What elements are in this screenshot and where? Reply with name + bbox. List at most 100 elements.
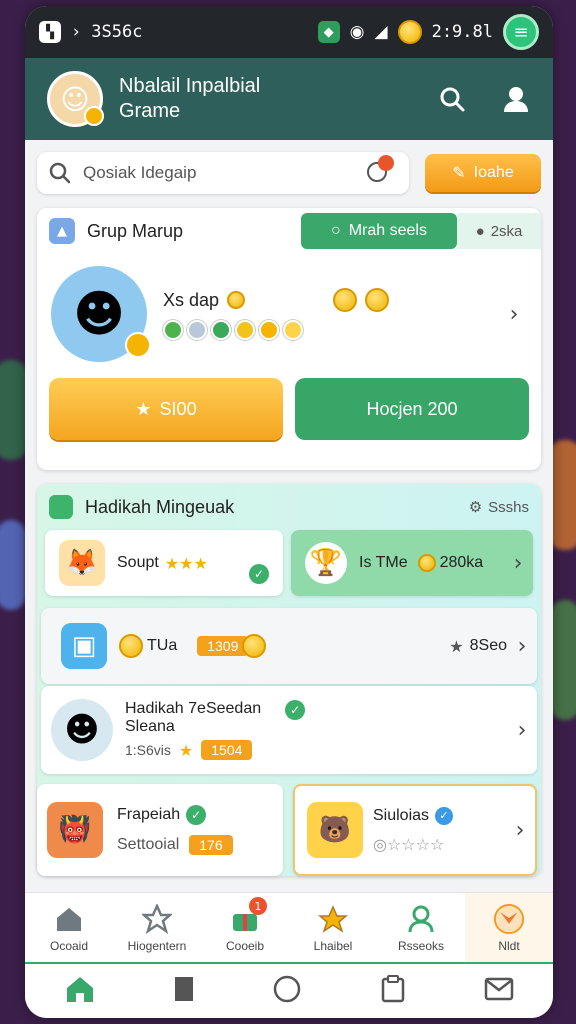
tile-title: Frapeiah: [117, 806, 181, 823]
nav-item-profile[interactable]: Rsseoks: [377, 893, 465, 962]
tab-active[interactable]: ○ Mrah seels: [301, 213, 457, 249]
star-icon: [141, 903, 173, 935]
app-header: ☺ Nbalail Inpalbial Grame: [25, 58, 553, 140]
star-icon: ★: [178, 740, 194, 760]
app-title: Nbalail Inpalbial Grame: [119, 74, 260, 124]
profile-icon: [405, 903, 437, 935]
chevron-right-icon: ›: [515, 817, 525, 843]
coin-icon: [397, 20, 422, 44]
gift-icon: [49, 495, 73, 519]
signal-icon: ◢: [374, 22, 388, 42]
coin-icon: [417, 554, 436, 572]
background-decoration-left-2: [0, 520, 26, 610]
trophy-icon: [317, 903, 349, 935]
gold-coin-icon: [365, 288, 390, 312]
nav-label: Rsseoks: [397, 938, 444, 953]
nav-item-favorites[interactable]: Hiogentern: [113, 893, 201, 962]
gear-icon: ⚙: [468, 499, 483, 516]
gift-tile-siuloias[interactable]: 🐻 Siuloias ✓ ◎☆☆☆☆ ›: [293, 784, 537, 876]
monster-icon: 👹: [47, 802, 103, 858]
bear-icon: 🐻: [307, 802, 363, 858]
search-action-button[interactable]: ✎ Ioahe: [425, 154, 541, 192]
medal-icon: [235, 320, 255, 340]
tile-pill: 1504: [201, 740, 253, 760]
coin-icon: [227, 291, 246, 309]
nav-item-gifts[interactable]: 1 Cooeib: [201, 893, 289, 962]
nav-badge: 1: [249, 897, 267, 915]
gift-card: Hadikah Mingeuak ⚙ Ssshs 🦊 Soupt ★★★ ✓ 🏆…: [37, 484, 541, 876]
home-icon: [53, 903, 85, 935]
medal-icon: [187, 320, 207, 340]
star-icon: ★: [135, 398, 152, 419]
tab-active-label: Mrah seels: [348, 222, 427, 239]
notification-icon[interactable]: [367, 155, 394, 182]
avatar-badge: [84, 106, 104, 126]
profile-portrait[interactable]: ☻: [51, 266, 151, 362]
medal-icon: [211, 320, 231, 340]
gift-tile-frapeiah[interactable]: 👹 Frapeiah ✓ Settooial 176: [37, 784, 283, 876]
user-icon[interactable]: [501, 84, 531, 114]
avatar[interactable]: ☺: [47, 71, 104, 127]
nav-label: Nldt: [498, 938, 520, 953]
nav-label: Hiogentern: [127, 938, 187, 953]
medal-row: [163, 320, 499, 340]
tile-value: 280ka: [439, 554, 484, 571]
tile-subtitle: Sleana: [125, 718, 175, 735]
tile-title: Soupt: [117, 554, 159, 571]
system-navigation: [25, 962, 553, 1018]
app-title-line2: Grame: [119, 100, 181, 122]
app-title-line1: Nbalail Inpalbial: [119, 75, 261, 97]
status-left-text: 3S56c: [91, 22, 143, 42]
search-icon[interactable]: [437, 84, 467, 114]
gift-tile-hadikah[interactable]: ☻ Hadikah 7eSeedan Sleana 1:S6vis ★ 1504…: [41, 686, 537, 774]
check-icon: ✓: [186, 805, 207, 825]
mail-icon[interactable]: [484, 977, 514, 1005]
tile-title: Is TMe: [359, 554, 408, 571]
person-avatar: ☻: [51, 699, 113, 761]
search-input[interactable]: Qosiak Idegaip: [37, 152, 409, 194]
settings-link-label: Ssshs: [488, 498, 529, 516]
medal-icon: [163, 320, 183, 340]
clipboard-icon[interactable]: [379, 974, 407, 1008]
medal-icon: [259, 320, 279, 340]
person-icon: ☻: [72, 285, 126, 343]
tile-meta: 1:S6vis: [125, 742, 171, 758]
menu-toggle-icon[interactable]: ≡: [503, 14, 539, 50]
square-icon[interactable]: [173, 975, 195, 1007]
coin-button-label: SI00: [159, 398, 197, 419]
green-coin-icon: [333, 288, 358, 312]
coin-button[interactable]: ★ SI00: [49, 378, 283, 440]
background-decoration-right-2: [550, 600, 576, 720]
search-action-label: Ioahe: [473, 164, 514, 181]
nav-item-fox[interactable]: Nldt: [465, 893, 553, 962]
trophy-icon: 🏆: [305, 542, 347, 584]
chevron-right-icon[interactable]: ›: [499, 302, 529, 327]
star-icon: [283, 320, 303, 340]
status-bar: ▚ › 3S56c ◆ ◉ ◢ 2:9.8l ≡: [25, 6, 553, 58]
nav-item-trophy[interactable]: Lhaibel: [289, 893, 377, 962]
rating-stars-icon: ◎☆☆☆☆: [373, 834, 445, 854]
search-icon: [49, 162, 71, 184]
gift-tile-is-tme[interactable]: 🏆 Is TMe 280ka ›: [291, 530, 533, 596]
circle-icon[interactable]: [272, 974, 302, 1008]
nav-item-home[interactable]: Ocoaid: [25, 893, 113, 962]
fox-icon: [493, 903, 525, 935]
chevron-right-icon: ›: [71, 22, 82, 42]
join-button[interactable]: Hocjen 200: [295, 378, 529, 440]
home-icon[interactable]: [64, 974, 96, 1008]
tile-pill: 1309: [197, 636, 249, 656]
coin-icon: [242, 634, 267, 658]
gift-tile-tua[interactable]: ▣ TUa 1309 ★ 8Seo ›: [41, 608, 537, 684]
tile-pill: 176: [189, 835, 233, 855]
tile-title: Hadikah 7eSeedan: [125, 700, 262, 717]
bottom-navigation: Ocoaid Hiogentern 1 Cooeib Lhaibel Rsseo…: [25, 892, 553, 962]
nav-label: Lhaibel: [313, 938, 353, 953]
nav-label: Ocoaid: [49, 938, 89, 953]
tile-subtitle: Settooial: [117, 836, 180, 853]
gift-tile-soupt[interactable]: 🦊 Soupt ★★★ ✓: [45, 530, 283, 596]
tab-inactive[interactable]: ● 2ska: [457, 213, 541, 249]
profile-name: Xs dap: [163, 289, 220, 310]
settings-link[interactable]: ⚙ Ssshs: [468, 498, 529, 517]
nav-label: Cooeib: [225, 938, 265, 953]
status-time: 2:9.8l: [431, 22, 493, 42]
